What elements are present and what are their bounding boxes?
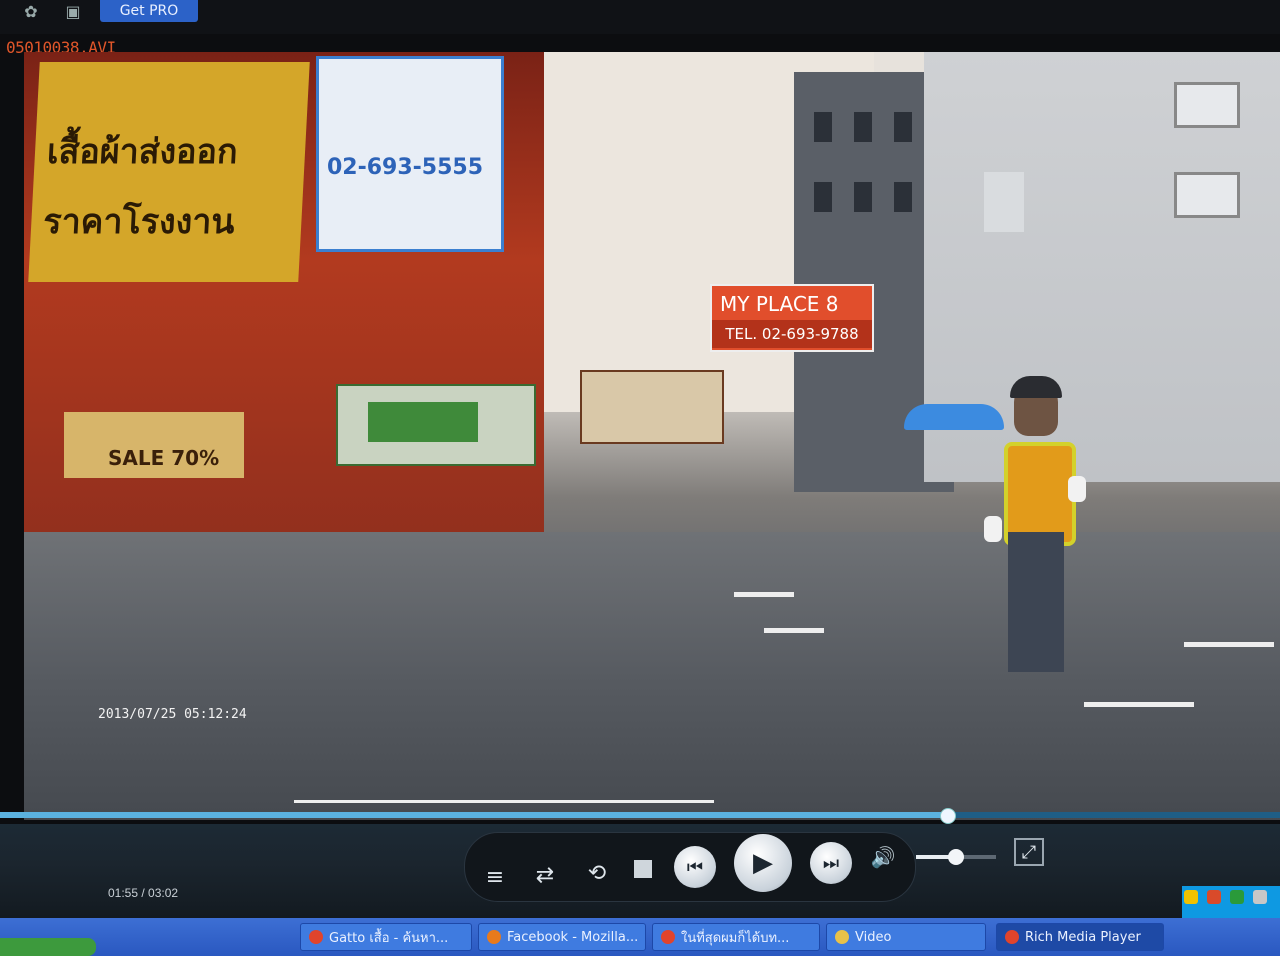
blue-sign-phone: 02-693-5555 (327, 155, 484, 180)
volume-slider[interactable] (916, 849, 996, 865)
next-icon[interactable]: ⏭ (810, 842, 852, 884)
taskbar-item-label: ในที่สุดผมก็ได้บท... (681, 930, 790, 946)
banner-text-line1: เสื้อผ้าส่งออก (46, 132, 239, 172)
video-yellow-banner: เสื้อผ้าส่งออก ราคาโรงงาน (28, 62, 310, 282)
taskbar-item-label: Gatto เสื้อ - ค้นหา... (329, 930, 449, 946)
tray-icon[interactable] (1253, 890, 1268, 904)
stop-icon[interactable] (630, 856, 656, 882)
taskbar-item-label: Rich Media Player (1025, 929, 1141, 945)
tray-icon[interactable] (1207, 890, 1222, 904)
chrome-icon (1005, 930, 1019, 944)
video-traffic-officer (984, 376, 1086, 672)
android-icon[interactable]: ▣ (60, 0, 86, 22)
taskbar-item-label: Facebook - Mozilla... (507, 929, 639, 945)
video-sale-sign: SALE 70% (64, 412, 244, 478)
play-icon[interactable]: ▶ (734, 834, 792, 892)
gear-icon[interactable]: ✿ (18, 0, 44, 22)
taskbar: Gatto เสื้อ - ค้นหา... Facebook - Mozill… (0, 918, 1280, 956)
fullscreen-icon[interactable]: ⤢ (1014, 838, 1044, 866)
seek-progress (0, 812, 948, 818)
chrome-icon (309, 930, 323, 944)
taskbar-item[interactable]: ในที่สุดผมก็ได้บท... (652, 923, 820, 951)
tray-icon[interactable] (1230, 890, 1245, 904)
banner-text-line2: ราคาโรงงาน (42, 202, 236, 242)
previous-icon[interactable]: ⏮ (674, 846, 716, 888)
volume-icon[interactable]: 🔊 (866, 842, 900, 872)
sale-sign-text: SALE 70% (108, 446, 220, 470)
time-display: 01:55 / 03:02 (108, 886, 179, 900)
video-frame[interactable]: เสื้อผ้าส่งออก ราคาโรงงาน 02-693-5555 MY… (24, 52, 1280, 820)
myplace-name: MY PLACE 8 (720, 292, 839, 316)
video-road (24, 532, 1280, 820)
taskbar-item[interactable]: Rich Media Player (996, 923, 1164, 951)
folder-icon (835, 930, 849, 944)
video-myplace-sign: MY PLACE 8 TEL. 02-693-9788 (710, 284, 874, 352)
video-green-banner (336, 384, 536, 466)
seek-bar[interactable] (0, 808, 1280, 824)
start-button[interactable] (0, 938, 96, 956)
taskbar-item[interactable]: Gatto เสื้อ - ค้นหา... (300, 923, 472, 951)
taskbar-item[interactable]: Video (826, 923, 986, 951)
firefox-icon (487, 930, 501, 944)
tray-icon[interactable] (1184, 890, 1198, 904)
video-blue-sign: 02-693-5555 (316, 56, 504, 252)
seek-handle[interactable] (940, 808, 957, 824)
volume-handle[interactable] (948, 849, 964, 865)
shuffle-icon[interactable]: ⇄ (528, 858, 562, 892)
top-bar: ✿ ▣ Get PRO (0, 0, 1280, 34)
playlist-icon[interactable]: ≡ (478, 860, 512, 894)
get-pro-button[interactable]: Get PRO (100, 0, 198, 22)
myplace-tel: TEL. 02-693-9788 (712, 320, 872, 348)
taskbar-item[interactable]: Facebook - Mozilla... (478, 923, 646, 951)
repeat-icon[interactable]: ⟲ (580, 856, 614, 890)
taskbar-item-label: Video (855, 929, 892, 945)
video-ad-banner (580, 370, 724, 444)
video-timestamp-overlay: 2013/07/25 05:12:24 (98, 707, 247, 722)
chrome-icon (661, 930, 675, 944)
